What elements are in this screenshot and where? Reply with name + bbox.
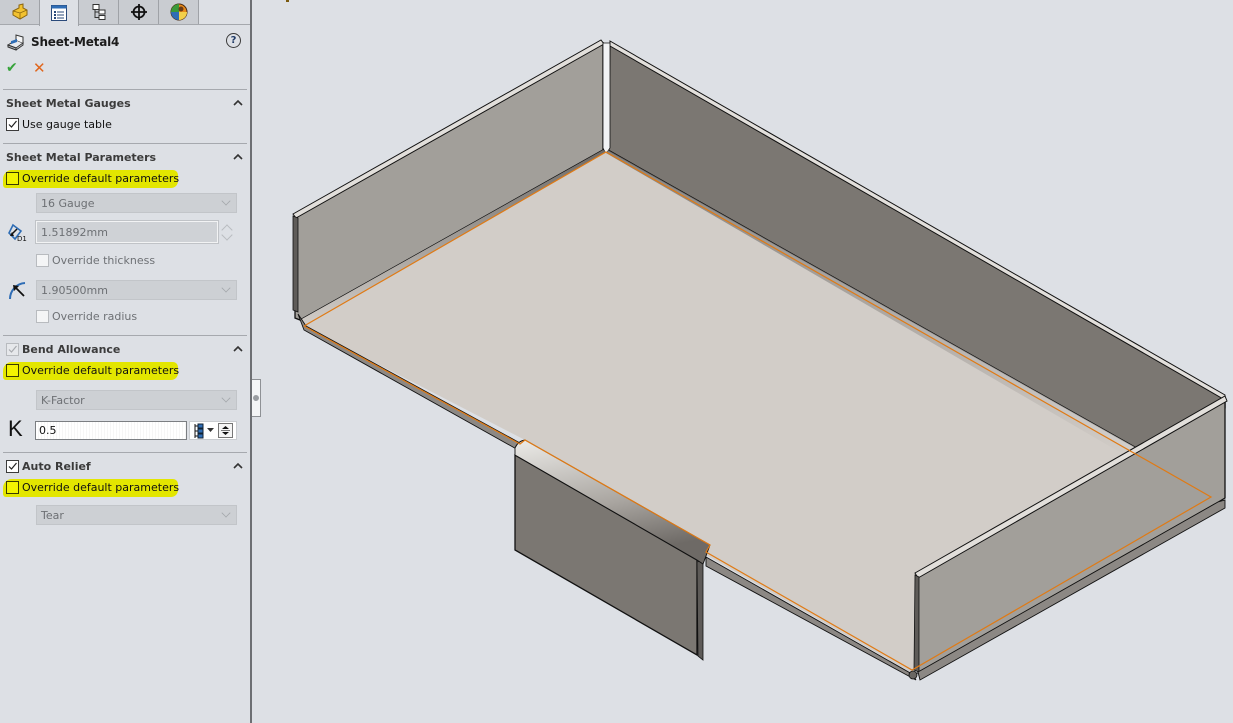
section-title: Sheet Metal Parameters [6, 151, 157, 164]
feature-title: Sheet-Metal4 [31, 35, 120, 49]
tab-configuration-manager[interactable] [79, 0, 119, 24]
feature-title-row: Sheet-Metal4 [6, 32, 246, 52]
k-factor-label: K [8, 416, 23, 441]
chevron-down-icon [221, 393, 231, 403]
chevron-down-icon [221, 283, 231, 293]
origin-marker [286, 0, 289, 2]
bend-allowance-type-value: K-Factor [41, 394, 85, 407]
section-title: Bend Allowance [22, 343, 121, 356]
property-manager-icon [51, 5, 67, 21]
ok-button[interactable]: ✔ [6, 60, 18, 76]
front-right-flange-end [913, 574, 920, 673]
chevron-down-icon [221, 508, 231, 518]
svg-text:D1: D1 [17, 235, 27, 243]
display-manager-icon [170, 3, 187, 21]
k-factor-value: 0.5 [39, 424, 57, 437]
help-button[interactable]: ? [226, 33, 241, 48]
k-factor-input[interactable]: 0.5 [35, 421, 187, 440]
gauge-select-value: 16 Gauge [41, 197, 95, 210]
thickness-spinner[interactable] [220, 221, 235, 243]
property-manager-panel: Sheet-Metal4 ? ✔ ✕ Sheet Metal Gauges Us… [0, 0, 252, 723]
tab-flange-end [696, 559, 704, 661]
relief-type-select[interactable]: Tear [36, 505, 237, 525]
section-title: Auto Relief [22, 460, 91, 473]
use-gauge-table-checkbox[interactable] [6, 118, 19, 131]
checkmark-icon [8, 462, 17, 470]
override-parameters-checkbox[interactable] [6, 364, 19, 377]
checkmark-icon [8, 345, 17, 353]
tab-property-manager[interactable] [39, 0, 79, 26]
override-parameters-label: Override default parameters [22, 364, 180, 377]
equation-link-icon[interactable] [193, 423, 205, 439]
auto-relief-checkbox[interactable] [6, 460, 19, 473]
thickness-icon: D1 [8, 223, 27, 243]
crosshair-icon [130, 4, 147, 20]
override-parameters-checkbox[interactable] [6, 172, 19, 185]
chevron-up-icon[interactable] [233, 153, 243, 161]
bend-allowance-checkbox[interactable] [6, 343, 19, 356]
override-radius-checkbox[interactable] [36, 310, 49, 323]
divider [3, 143, 247, 144]
override-thickness-label: Override thickness [52, 254, 156, 267]
bend-radius-select[interactable]: 1.90500mm [36, 280, 237, 300]
spin-arrows-icon [221, 426, 230, 435]
divider [3, 452, 247, 453]
dropdown-arrow-icon[interactable] [207, 428, 214, 433]
thickness-value: 1.51892mm [41, 226, 108, 239]
chevron-down-icon [221, 196, 231, 206]
tab-display-manager[interactable] [159, 0, 199, 24]
bend-radius-icon [8, 282, 26, 300]
gauge-select[interactable]: 16 Gauge [36, 193, 237, 213]
configuration-manager-icon [92, 4, 105, 20]
part-icon [12, 3, 27, 20]
corner-relief [602, 42, 611, 155]
k-factor-spinner[interactable] [218, 423, 233, 438]
override-thickness-checkbox[interactable] [36, 254, 49, 267]
override-radius-label: Override radius [52, 310, 138, 323]
relief-type-value: Tear [41, 509, 64, 522]
manager-tabs [0, 0, 250, 26]
bend-allowance-type-select[interactable]: K-Factor [36, 390, 237, 410]
cancel-button[interactable]: ✕ [33, 59, 46, 77]
checkmark-icon [8, 120, 17, 128]
override-parameters-checkbox[interactable] [6, 481, 19, 494]
corner-bend [908, 670, 918, 680]
help-icon: ? [230, 35, 237, 46]
chevron-up-icon[interactable] [233, 99, 243, 107]
divider [3, 335, 247, 336]
use-gauge-table-label: Use gauge table [22, 118, 112, 131]
k-factor-controls [189, 421, 237, 440]
section-title: Sheet Metal Gauges [6, 97, 131, 110]
sheet-metal-icon [6, 34, 25, 51]
thickness-input[interactable]: 1.51892mm [35, 220, 219, 244]
graphics-viewport[interactable] [254, 0, 1233, 723]
divider [3, 89, 247, 90]
chevron-up-icon[interactable] [233, 345, 243, 353]
override-parameters-label: Override default parameters [22, 481, 180, 494]
override-parameters-label: Override default parameters [22, 172, 180, 185]
bend-radius-value: 1.90500mm [41, 284, 108, 297]
back-left-flange-end [292, 215, 299, 313]
tab-feature-manager[interactable] [0, 0, 40, 24]
tab-dimxpert-manager[interactable] [119, 0, 159, 24]
chevron-up-icon[interactable] [233, 462, 243, 470]
